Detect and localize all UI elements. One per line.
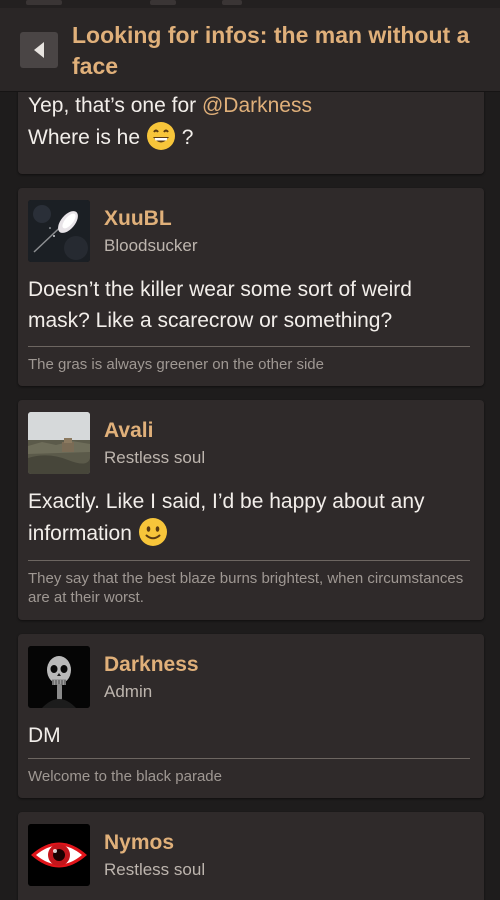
thread-title: Looking for infos: the man without a fac… <box>72 22 470 79</box>
post-user-rank: Bloodsucker <box>104 236 198 255</box>
post-text: Exactly. Like I said, I’d be happy about… <box>28 490 425 545</box>
post-user-rank: Restless soul <box>104 860 206 879</box>
post-message: Exactly. Like I said, I’d be happy about… <box>28 486 478 549</box>
post-signature: They say that the best blaze burns brigh… <box>28 570 464 606</box>
post-line-1: Yep, that’s one for @Darkness <box>28 90 312 121</box>
post-message: Doesn’t the killer wear some sort of wei… <box>28 278 412 332</box>
signature-divider <box>28 560 470 561</box>
post-message: DM <box>28 724 61 747</box>
post-username[interactable]: Nymos <box>104 831 174 855</box>
user-avatar[interactable] <box>28 200 90 262</box>
landscape-avatar <box>28 412 90 474</box>
post-line-2: Where is he ? <box>28 121 312 153</box>
post-card: Nymos Restless soul <box>18 812 484 900</box>
post-text: Yep, that’s one for <box>28 94 202 117</box>
post-card: Darkness Admin DM Welcome to the black p… <box>18 634 484 798</box>
user-avatar[interactable] <box>28 412 90 474</box>
slightly-smiling-face-icon <box>138 517 168 547</box>
post-message: Yep, that’s one for @Darkness Where is h… <box>28 90 312 153</box>
feather-avatar <box>28 200 90 262</box>
post-card: Avali Restless soul Exactly. Like I said… <box>18 400 484 620</box>
signature-divider <box>28 346 470 347</box>
user-avatar[interactable] <box>28 646 90 708</box>
forum-thread-screen: Yep, that’s one for @Darkness Where is h… <box>0 0 500 900</box>
status-bar <box>0 0 500 8</box>
post-text: ? <box>175 126 194 149</box>
back-button[interactable] <box>20 32 58 68</box>
post-username[interactable]: Darkness <box>104 653 199 677</box>
post-user-rank: Admin <box>104 682 153 701</box>
post-text: Where is he <box>28 126 146 149</box>
skull-avatar <box>28 646 90 708</box>
signature-divider <box>28 758 470 759</box>
post-signature: Welcome to the black parade <box>28 768 222 785</box>
post-user-rank: Restless soul <box>104 448 206 467</box>
red-eye-avatar <box>28 824 90 886</box>
post-signature: The gras is always greener on the other … <box>28 356 324 373</box>
user-avatar[interactable] <box>28 824 90 886</box>
chevron-left-icon <box>34 42 44 58</box>
grinning-face-icon <box>146 121 176 151</box>
post-card: XuuBL Bloodsucker Doesn’t the killer wea… <box>18 188 484 386</box>
post-username[interactable]: Avali <box>104 419 153 443</box>
post-username[interactable]: XuuBL <box>104 207 172 231</box>
user-mention-link[interactable]: @Darkness <box>202 94 312 117</box>
thread-header: Looking for infos: the man without a fac… <box>0 0 500 92</box>
